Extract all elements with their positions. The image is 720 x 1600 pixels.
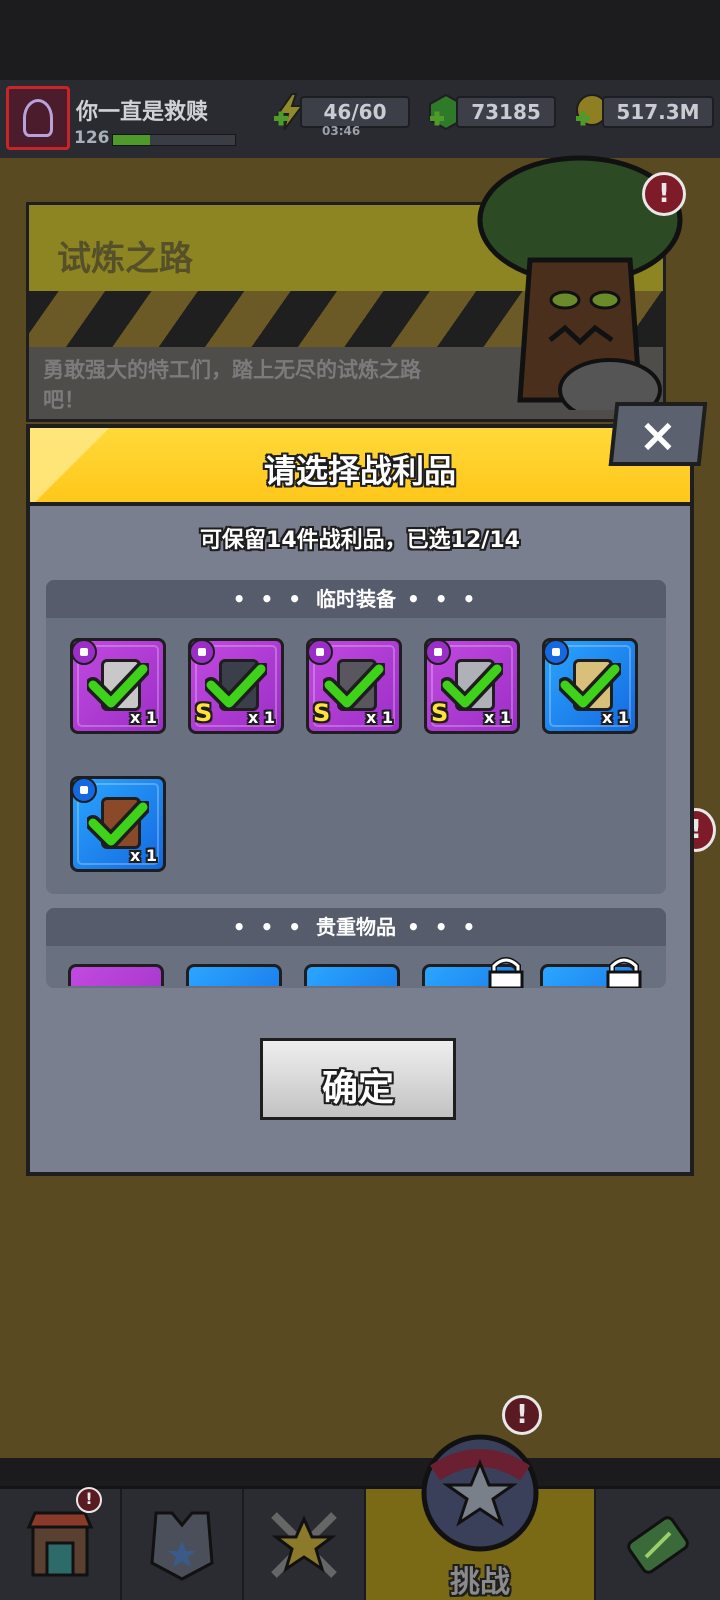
item-type-icon [71,639,97,665]
checkmark-icon [323,663,385,709]
checkmark-icon [441,663,503,709]
confirm-label: 确定 [321,1068,394,1109]
item-quantity: x 1 [365,708,393,727]
dialog-header: 请选择战利品 [30,428,690,506]
checkmark-icon [87,801,149,847]
lock-icon [488,957,524,988]
valuable-item[interactable] [304,964,400,986]
item-grade: S [431,699,449,727]
checkmark-icon [87,663,149,709]
equipment-item-card[interactable]: x 1 [542,638,638,734]
close-icon: × [638,408,678,462]
item-type-icon [307,639,333,665]
equipment-item-card[interactable]: Sx 1 [424,638,520,734]
item-quantity: x 1 [483,708,511,727]
section-header-temp-equipment: • • • 临时装备 • • • [46,580,666,618]
equipment-item-card[interactable]: Sx 1 [188,638,284,734]
item-type-icon [425,639,451,665]
equipment-item-card[interactable]: x 1 [70,776,166,872]
valuables-row [68,964,668,986]
item-quantity: x 1 [129,708,157,727]
valuable-item[interactable] [68,964,164,986]
item-quantity: x 1 [129,846,157,865]
item-type-icon [189,639,215,665]
equipment-item-card[interactable]: x 1 [70,638,166,734]
confirm-button[interactable]: 确定 [260,1038,456,1120]
checkmark-icon [559,663,621,709]
close-button[interactable]: × [608,402,708,466]
item-quantity: x 1 [247,708,275,727]
item-type-icon [71,777,97,803]
checkmark-icon [205,663,267,709]
section-header-valuables: • • • 贵重物品 • • • [46,908,666,946]
item-quantity: x 1 [601,708,629,727]
dialog-title: 请选择战利品 [263,452,456,490]
equipment-item-card[interactable]: Sx 1 [306,638,402,734]
item-type-icon [543,639,569,665]
selection-count: 可保留14件战利品，已选12/14 [200,528,520,553]
item-grade: S [313,699,331,727]
valuable-item[interactable] [186,964,282,986]
lock-icon [606,957,642,988]
item-grade: S [195,699,213,727]
